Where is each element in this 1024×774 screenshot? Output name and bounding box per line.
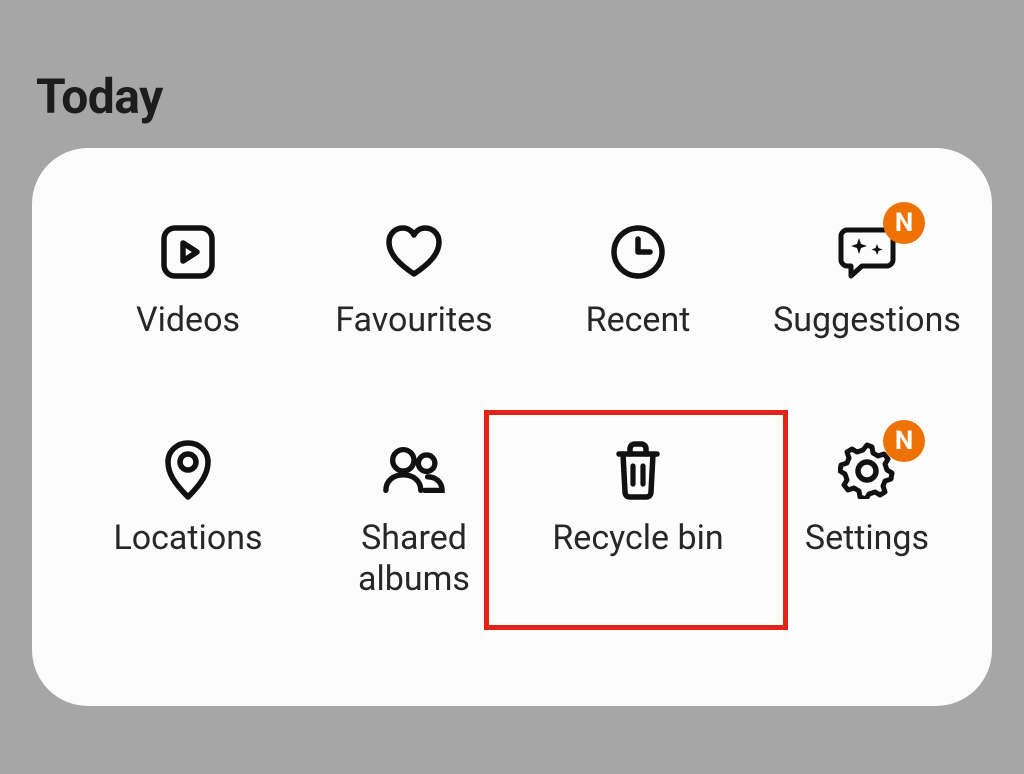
people-icon xyxy=(382,438,446,502)
tile-shared-albums[interactable]: Shared albums xyxy=(324,438,504,601)
tile-label: Recycle bin xyxy=(552,518,723,559)
tile-suggestions[interactable]: N Suggestions xyxy=(772,220,962,341)
tile-label: Suggestions xyxy=(773,300,961,341)
tile-label: Recent xyxy=(586,300,691,341)
category-card: Videos Favourites Recent xyxy=(32,148,992,706)
tile-videos[interactable]: Videos xyxy=(98,220,278,341)
tile-settings[interactable]: N Settings xyxy=(772,438,962,559)
tile-label: Shared albums xyxy=(358,518,470,601)
tile-recycle-bin[interactable]: Recycle bin xyxy=(548,438,728,559)
trash-icon xyxy=(606,438,670,502)
tile-label: Settings xyxy=(805,518,929,559)
gear-icon: N xyxy=(835,438,899,502)
sparkle-chat-icon: N xyxy=(835,220,899,284)
tile-label: Locations xyxy=(113,518,262,559)
new-badge: N xyxy=(883,202,925,244)
location-pin-icon xyxy=(156,438,220,502)
page-title: Today xyxy=(36,68,163,125)
tile-favourites[interactable]: Favourites xyxy=(324,220,504,341)
tile-recent[interactable]: Recent xyxy=(548,220,728,341)
play-square-icon xyxy=(156,220,220,284)
clock-icon xyxy=(606,220,670,284)
tile-label: Videos xyxy=(136,300,240,341)
tile-label: Favourites xyxy=(335,300,492,341)
tile-locations[interactable]: Locations xyxy=(98,438,278,559)
heart-icon xyxy=(382,220,446,284)
new-badge: N xyxy=(883,420,925,462)
category-grid: Videos Favourites Recent xyxy=(32,148,992,706)
